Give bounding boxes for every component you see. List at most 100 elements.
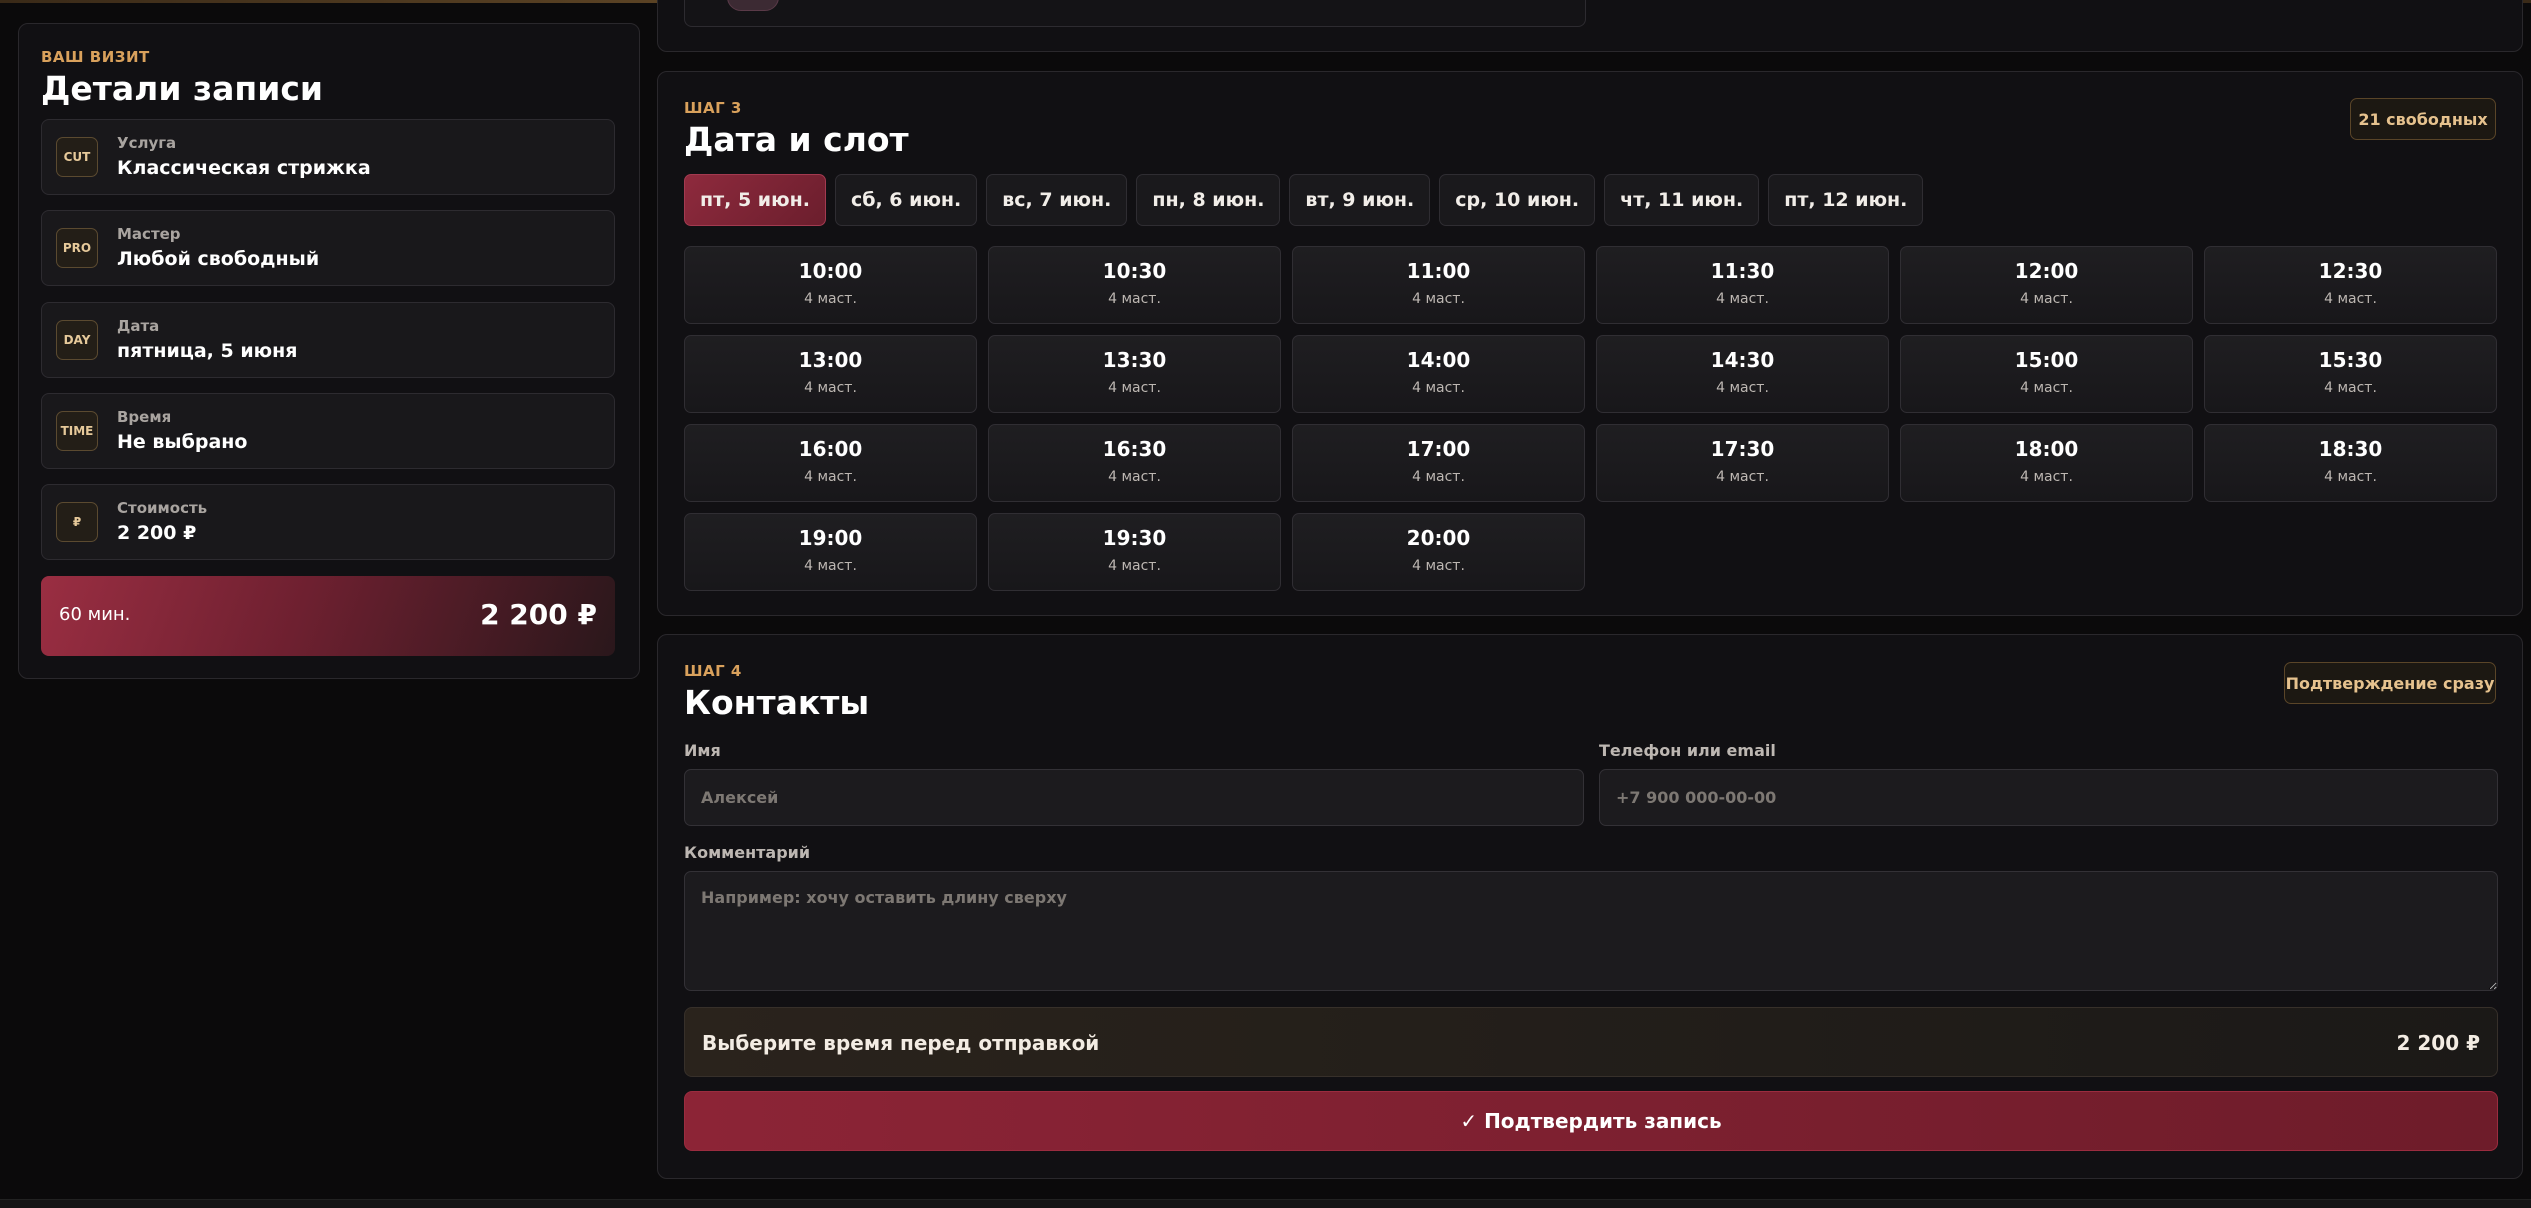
slot-time: 11:30 [1710,259,1775,283]
time-slot[interactable]: 14:30 4 маст. [1596,335,1889,413]
slot-time: 19:30 [1102,526,1167,550]
time-icon: TIME [56,411,98,451]
slot-masters-count: 4 маст. [1412,558,1465,574]
slot-time: 12:00 [2014,259,2079,283]
date-option[interactable]: вт, 9 июн. [1289,174,1431,226]
summary-label: Время [117,408,172,426]
contact-label: Телефон или email [1599,741,1776,760]
slot-masters-count: 4 маст. [804,558,857,574]
summary-row-master: PRO Мастер Любой свободный [41,210,615,286]
date-option[interactable]: ср, 10 июн. [1439,174,1596,226]
time-slot[interactable]: 19:30 4 маст. [988,513,1281,591]
time-slot[interactable]: 20:00 4 маст. [1292,513,1585,591]
slot-time: 19:00 [798,526,863,550]
slot-masters-count: 4 маст. [2324,291,2377,307]
slot-masters-count: 4 маст. [1108,558,1161,574]
summary-row-time: TIME Время Не выбрано [41,393,615,469]
slot-masters-count: 4 маст. [1108,469,1161,485]
date-option[interactable]: чт, 11 июн. [1604,174,1760,226]
time-slot[interactable]: 18:00 4 маст. [1900,424,2193,502]
date-option[interactable]: пт, 5 июн. [684,174,826,226]
summary-value: Классическая стрижка [117,157,371,179]
slot-time: 16:30 [1102,437,1167,461]
date-option[interactable]: пн, 8 июн. [1136,174,1281,226]
time-slot[interactable]: 10:00 4 маст. [684,246,977,324]
selected-master-row[interactable] [684,0,1586,27]
time-slot[interactable]: 11:00 4 маст. [1292,246,1585,324]
slot-masters-count: 4 маст. [2020,291,2073,307]
step4-eyebrow: ШАГ 4 [684,662,742,680]
slot-time: 17:30 [1710,437,1775,461]
slot-time: 14:30 [1710,348,1775,372]
slot-time: 17:00 [1406,437,1471,461]
summary-label: Стоимость [117,499,208,517]
contacts-card: ШАГ 4 Контакты Подтверждение сразу Имя Т… [657,634,2523,1179]
slot-time: 16:00 [798,437,863,461]
slot-masters-count: 4 маст. [804,380,857,396]
instant-confirm-badge: Подтверждение сразу [2284,662,2496,704]
duration: 60 мин. [59,604,131,625]
time-slot[interactable]: 12:00 4 маст. [1900,246,2193,324]
summary-total-bar: 60 мин. 2 200 ₽ [41,576,615,656]
date-option[interactable]: пт, 12 июн. [1768,174,1924,226]
ruble-icon: ₽ [56,502,98,542]
time-slot[interactable]: 17:30 4 маст. [1596,424,1889,502]
time-slot[interactable]: 16:30 4 маст. [988,424,1281,502]
slot-masters-count: 4 маст. [2020,469,2073,485]
summary-row-price: ₽ Стоимость 2 200 ₽ [41,484,615,560]
slot-time: 15:00 [2014,348,2079,372]
slot-masters-count: 4 маст. [804,291,857,307]
slot-masters-count: 4 маст. [1108,291,1161,307]
name-input[interactable] [684,769,1584,826]
summary-value: Не выбрано [117,431,248,453]
summary-value: 2 200 ₽ [117,522,197,544]
slot-masters-count: 4 маст. [2324,380,2377,396]
summary-row-date: DAY Дата пятница, 5 июня [41,302,615,378]
time-slot[interactable]: 12:30 4 маст. [2204,246,2497,324]
time-slot[interactable]: 19:00 4 маст. [684,513,977,591]
date-picker: пт, 5 июн. сб, 6 июн. вс, 7 июн. пн, 8 и… [684,174,1924,226]
time-slot[interactable]: 13:00 4 маст. [684,335,977,413]
visit-summary-card: ВАШ ВИЗИТ Детали записи CUT Услуга Класс… [18,23,640,679]
slot-time: 15:30 [2318,348,2383,372]
slot-masters-count: 4 маст. [1716,291,1769,307]
step4-title: Контакты [684,683,870,722]
slot-time: 11:00 [1406,259,1471,283]
slot-masters-count: 4 маст. [2324,469,2377,485]
slot-time: 20:00 [1406,526,1471,550]
time-slot[interactable]: 18:30 4 маст. [2204,424,2497,502]
summary-label: Услуга [117,134,177,152]
summary-label: Мастер [117,225,181,243]
slot-time: 12:30 [2318,259,2383,283]
time-slot[interactable]: 15:00 4 маст. [1900,335,2193,413]
slot-time: 13:00 [798,348,863,372]
slot-masters-count: 4 маст. [1412,380,1465,396]
time-slot[interactable]: 10:30 4 маст. [988,246,1281,324]
date-option[interactable]: сб, 6 июн. [834,174,978,226]
summary-value: пятница, 5 июня [117,340,298,362]
notice-text: Выберите время перед отправкой [702,1031,1100,1055]
step2-card [657,0,2523,52]
time-slot-grid: 10:00 4 маст. 10:30 4 маст. 11:00 4 маст. 11:3… [684,246,2498,591]
phone-email-input[interactable] [1599,769,2498,826]
name-label: Имя [684,741,721,760]
time-slot[interactable]: 16:00 4 маст. [684,424,977,502]
date-option[interactable]: вс, 7 июн. [986,174,1128,226]
comment-textarea[interactable] [684,871,2498,991]
slot-masters-count: 4 маст. [1412,291,1465,307]
notice-amount: 2 200 ₽ [2396,1031,2480,1055]
summary-title: Детали записи [41,69,323,108]
slot-masters-count: 4 маст. [804,469,857,485]
master-avatar [727,0,779,11]
slot-masters-count: 4 маст. [1716,380,1769,396]
date-slot-card: ШАГ 3 Дата и слот 21 свободных пт, 5 июн… [657,71,2523,616]
confirm-booking-button[interactable]: ✓ Подтвердить запись [684,1091,2498,1151]
time-slot[interactable]: 11:30 4 маст. [1596,246,1889,324]
time-slot[interactable]: 13:30 4 маст. [988,335,1281,413]
total-price: 2 200 ₽ [480,598,597,631]
slot-masters-count: 4 маст. [2020,380,2073,396]
slot-time: 10:30 [1102,259,1167,283]
time-slot[interactable]: 17:00 4 маст. [1292,424,1585,502]
time-slot[interactable]: 14:00 4 маст. [1292,335,1585,413]
time-slot[interactable]: 15:30 4 маст. [2204,335,2497,413]
